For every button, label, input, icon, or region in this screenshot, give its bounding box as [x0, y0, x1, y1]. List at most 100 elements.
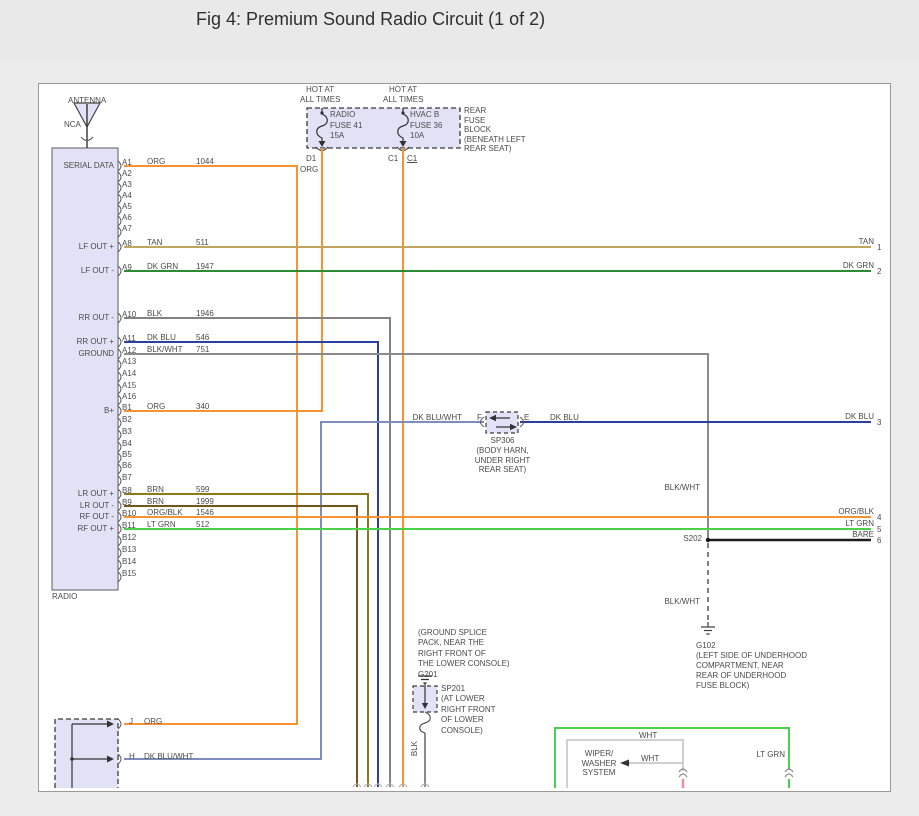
circuit-b9: 1999 — [196, 497, 214, 507]
pin-a12: A12 — [122, 346, 136, 356]
wire-color-b1: ORG — [147, 402, 165, 412]
circuit-a1: 1044 — [196, 157, 214, 167]
sp201-wire-color: BLK — [410, 741, 419, 756]
signal-rf-out-minus: RF OUT - — [79, 512, 114, 522]
ltgrn-bottom-label: LT GRN — [756, 750, 785, 760]
exit-1-num: 1 — [877, 243, 881, 253]
pin-j-label: J — [129, 717, 133, 727]
wire-serial-data-org — [124, 166, 297, 724]
pin-a3: A3 — [122, 180, 132, 190]
radio-label: RADIO — [52, 592, 77, 602]
signal-lr-out-minus: LR OUT - — [80, 501, 114, 511]
wire-lr-out-minus-brn — [124, 506, 357, 787]
page: Fig 4: Premium Sound Radio Circuit (1 of… — [0, 0, 919, 816]
exit-ltgrn-label: LT GRN — [845, 519, 874, 529]
exit-5-num: 5 — [877, 525, 881, 535]
pin-a1: A1 — [122, 158, 132, 168]
pin-b9: B9 — [122, 498, 132, 508]
pin-a4: A4 — [122, 191, 132, 201]
circuit-a10: 1946 — [196, 309, 214, 319]
signal-lf-out-plus: LF OUT + — [79, 242, 114, 252]
wire-color-b11: LT GRN — [147, 520, 176, 530]
pin-b6: B6 — [122, 461, 132, 471]
antenna-code: NCA — [64, 120, 81, 130]
wht-top-label: WHT — [639, 731, 657, 741]
g201-note: (GROUND SPLICE PACK, NEAR THE RIGHT FRON… — [418, 628, 510, 680]
pin-a7: A7 — [122, 224, 132, 234]
c1-left-label: C1 — [388, 154, 398, 164]
circuit-a8: 511 — [196, 238, 209, 248]
wire-color-b9: BRN — [147, 497, 164, 507]
circuit-b11: 512 — [196, 520, 209, 530]
wht-arrow-label: WHT — [641, 754, 659, 764]
exit-bare-label: BARE — [852, 530, 874, 540]
c1-right-label: C1 — [407, 154, 417, 164]
signal-b-plus: B+ — [104, 406, 114, 416]
pin-a2: A2 — [122, 169, 132, 179]
pin-a11: A11 — [122, 334, 136, 344]
circuit-b10: 1546 — [196, 508, 214, 518]
sp306-wire-out-label: DK BLU — [550, 413, 579, 423]
pin-b12: B12 — [122, 533, 136, 543]
hot-at-2: HOT AT — [389, 85, 417, 95]
pin-j-wire-color: ORG — [144, 717, 162, 727]
all-times-1: ALL TIMES — [300, 95, 340, 105]
circuit-b8: 599 — [196, 485, 209, 495]
all-times-2: ALL TIMES — [383, 95, 423, 105]
exit-dkgrn-label: DK GRN — [843, 261, 874, 271]
wire-color-b8: BRN — [147, 485, 164, 495]
pin-b14: B14 — [122, 557, 136, 567]
wire-color-b10: ORG/BLK — [147, 508, 183, 518]
sp306-pin-e: E — [524, 413, 529, 423]
sp201-coil-icon — [420, 712, 431, 733]
pin-b1: B1 — [122, 403, 132, 413]
bottom-connector-junction-dot — [70, 757, 74, 761]
pin-b4: B4 — [122, 439, 132, 449]
s202-splice-dot — [706, 538, 710, 542]
signal-lr-out-plus: LR OUT + — [78, 489, 114, 499]
pin-a5: A5 — [122, 202, 132, 212]
circuit-a11: 546 — [196, 333, 209, 343]
circuit-b1: 340 — [196, 402, 209, 412]
pin-b2: B2 — [122, 415, 132, 425]
wire-color-a11: DK BLU — [147, 333, 176, 343]
pin-b7: B7 — [122, 473, 132, 483]
antenna-label: ANTENNA — [68, 96, 106, 106]
wire-color-a10: BLK — [147, 309, 162, 319]
exit-2-num: 2 — [877, 267, 881, 277]
bottom-connector-box-fill — [55, 719, 118, 788]
pin-a13: A13 — [122, 357, 136, 367]
sp306-pin-f: F — [477, 413, 482, 423]
pin-a16: A16 — [122, 392, 136, 402]
sp306-note: SP306 (BODY HARN, UNDER RIGHT REAR SEAT) — [460, 436, 545, 475]
wiper-washer-label: WIPER/ WASHER SYSTEM — [570, 749, 628, 778]
exit-6-num: 6 — [877, 536, 881, 546]
circuit-a9: 1947 — [196, 262, 214, 272]
pin-b8: B8 — [122, 486, 132, 496]
circuit-a12: 751 — [196, 345, 209, 355]
exit-3-num: 3 — [877, 418, 881, 428]
exit-tan-label: TAN — [859, 237, 874, 247]
pin-a9: A9 — [122, 263, 132, 273]
pin-b15: B15 — [122, 569, 136, 579]
fuse2-label: HVAC B FUSE 36 10A — [410, 110, 442, 142]
pin-b13: B13 — [122, 545, 136, 555]
exit-4-num: 4 — [877, 513, 881, 523]
signal-rf-out-plus: RF OUT + — [77, 524, 114, 534]
pin-h-label: H — [129, 752, 135, 762]
pin-a15: A15 — [122, 381, 136, 391]
d1-label: D1 — [306, 154, 316, 164]
fuse1-label: RADIO FUSE 41 15A — [330, 110, 362, 142]
wire-color-a1: ORG — [147, 157, 165, 167]
blkwht-upper-label: BLK/WHT — [664, 483, 700, 493]
pin-a8: A8 — [122, 239, 132, 249]
sp201-note: SP201 (AT LOWER RIGHT FRONT OF LOWER CON… — [441, 684, 496, 736]
s202-label: S202 — [683, 534, 702, 544]
signal-rr-out-minus: RR OUT - — [79, 313, 114, 323]
pin-b10: B10 — [122, 509, 136, 519]
offpage-connector-arcs-wiper — [679, 769, 793, 777]
wire-rr-out-minus-blk — [124, 318, 390, 787]
exit-orgblk-label: ORG/BLK — [838, 507, 874, 517]
signal-lf-out-minus: LF OUT - — [81, 266, 114, 276]
signal-rr-out-plus: RR OUT + — [77, 337, 114, 347]
